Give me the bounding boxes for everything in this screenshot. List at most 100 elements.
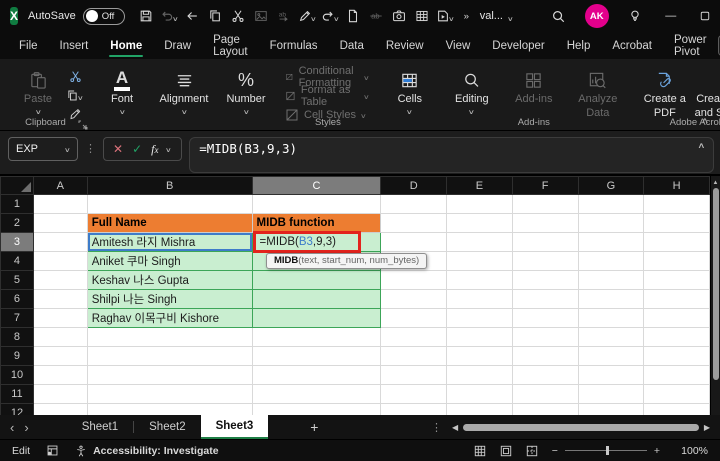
cell-A5[interactable] [32,270,88,290]
paste-button[interactable]: Paste ∨ [12,63,64,117]
tab-insert[interactable]: Insert [49,32,100,59]
tab-acrobat[interactable]: Acrobat [601,32,663,59]
cell-H12[interactable] [643,403,711,415]
cell-H4[interactable] [643,251,711,271]
cell-G1[interactable] [577,194,645,214]
tab-view[interactable]: View [435,32,482,59]
row-header-7[interactable]: 7 [0,308,34,328]
account-avatar[interactable]: AK [578,2,616,30]
cell-D7[interactable] [380,308,448,328]
cell-H1[interactable] [643,194,711,214]
sheet-tab-sheet1[interactable]: Sheet1 [67,415,133,439]
sheet-tab-sheet3[interactable]: Sheet3 [200,415,269,439]
cells-button[interactable]: Cells ∨ [384,63,436,117]
cell-F1[interactable] [511,194,579,214]
sheet-nav-right-icon[interactable]: › [24,420,38,435]
row-header-1[interactable]: 1 [0,194,34,214]
cell-B5[interactable]: Keshav 나스 Gupta [86,270,253,290]
tab-help[interactable]: Help [556,32,602,59]
zoom-in-icon[interactable]: + [654,445,660,457]
lightbulb-icon[interactable] [616,2,654,30]
enter-icon[interactable]: ✓ [132,142,142,156]
cell-A10[interactable] [32,365,88,385]
column-header-B[interactable]: B [86,176,253,195]
cell-E8[interactable] [446,327,513,347]
cell-C7[interactable] [251,308,382,328]
new-file-icon[interactable] [342,4,365,28]
cell-C8[interactable] [251,327,382,347]
column-header-H[interactable]: H [643,176,711,195]
cell-A3[interactable] [32,232,88,252]
cell-E9[interactable] [446,346,513,366]
cell-F12[interactable] [511,403,579,415]
cell-G7[interactable] [577,308,645,328]
create-pdf-share-button[interactable]: Create a PDF and Share link [694,63,720,121]
formula-input[interactable]: =MIDB(B3,9,3) ∧ [189,137,714,173]
cell-E6[interactable] [446,289,513,309]
cell-H7[interactable] [643,308,711,328]
cell-H2[interactable] [643,213,711,233]
cell-E12[interactable] [446,403,513,415]
cell-A12[interactable] [32,403,88,415]
tab-power-pivot[interactable]: Power Pivot [663,32,718,59]
horizontal-scrollbar-thumb[interactable] [463,423,699,431]
cell-C6[interactable] [251,289,382,309]
normal-view-icon[interactable] [474,445,486,457]
cell-F11[interactable] [511,384,579,404]
column-header-C[interactable]: C [251,176,382,195]
save-icon[interactable] [135,4,158,28]
cell-D10[interactable] [380,365,448,385]
format-as-table-button[interactable]: Format as Table ∨ [286,84,370,108]
cell-G9[interactable] [577,346,645,366]
macro-record-icon[interactable] [46,444,59,457]
editing-button[interactable]: Editing ∨ [446,63,498,117]
cell-D6[interactable] [380,289,448,309]
search-icon[interactable] [540,2,578,30]
accessibility-status[interactable]: Accessibility: Investigate [75,445,219,457]
cell-E3[interactable] [446,232,513,252]
cell-E1[interactable] [446,194,513,214]
cell-A7[interactable] [32,308,88,328]
sheet-tab-sheet2[interactable]: Sheet2 [134,415,200,439]
collapse-ribbon-icon[interactable]: ∧ [701,116,710,125]
copy-button[interactable]: ∨ [64,87,86,103]
cell-A1[interactable] [32,194,88,214]
cell-E4[interactable] [446,251,513,271]
cell-B12[interactable] [86,403,253,415]
cell-H10[interactable] [643,365,711,385]
cell-C5[interactable] [251,270,382,290]
table-style-icon[interactable] [411,4,434,28]
alignment-button[interactable]: Alignment ∨ [158,63,210,117]
tab-draw[interactable]: Draw [153,32,202,59]
horizontal-scrollbar[interactable]: ◀ ▶ [452,423,720,432]
zoom-slider[interactable] [564,446,647,455]
cell-B4[interactable]: Aniket 쿠마 Singh [86,251,253,271]
cell-H11[interactable] [643,384,711,404]
overflow-icon[interactable]: » [457,4,480,28]
cell-F3[interactable] [511,232,579,252]
column-header-E[interactable]: E [446,176,513,195]
draw-icon[interactable]: ∨ [296,4,319,28]
cell-A9[interactable] [32,346,88,366]
cell-C2[interactable]: MIDB function [251,213,382,233]
cell-H9[interactable] [643,346,711,366]
tab-developer[interactable]: Developer [481,32,555,59]
cell-D11[interactable] [380,384,448,404]
collapse-formula-bar-icon[interactable]: ∧ [698,141,705,150]
sheet-nav-left-icon[interactable]: ‹ [0,420,24,435]
excel-app-icon[interactable]: X [10,7,19,25]
dialog-launcher-icon[interactable] [78,117,88,130]
zoom-out-icon[interactable]: − [552,445,558,457]
cell-H6[interactable] [643,289,711,309]
cut-icon[interactable] [227,4,250,28]
cell-E11[interactable] [446,384,513,404]
cell-E10[interactable] [446,365,513,385]
cell-B9[interactable] [86,346,253,366]
cell-C10[interactable] [251,365,382,385]
back-icon[interactable] [181,4,204,28]
zoom-level[interactable]: 100% [674,445,708,457]
row-header-9[interactable]: 9 [0,346,34,366]
cell-E2[interactable] [446,213,513,233]
cell-A11[interactable] [32,384,88,404]
tab-file[interactable]: File [8,32,49,59]
